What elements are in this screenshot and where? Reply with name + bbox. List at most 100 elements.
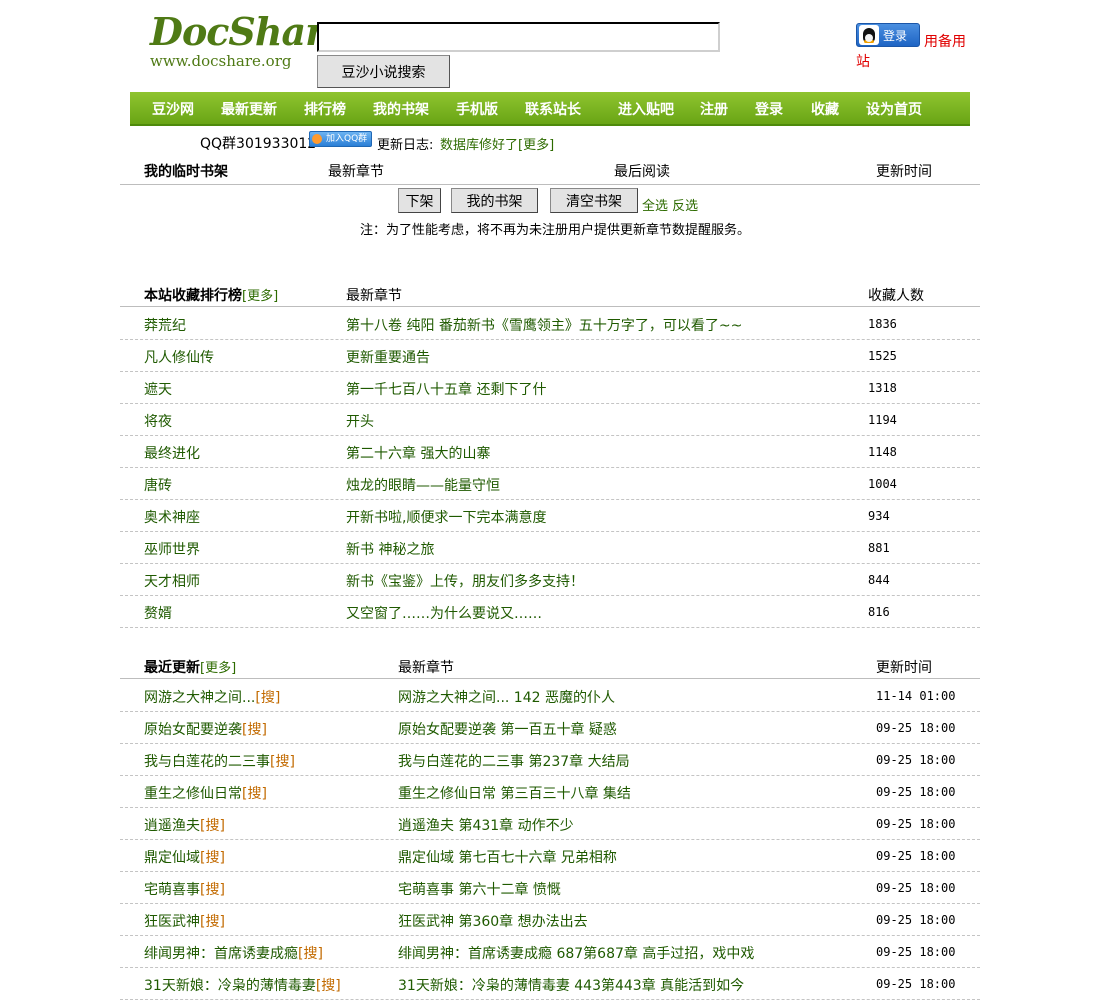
- recent-chapter-link[interactable]: 绯闻男神：首席诱妻成瘾 687第687章 高手过招，戏中戏: [398, 943, 754, 963]
- recent-update-time: 09-25 18:00: [876, 881, 956, 895]
- nav-item-register[interactable]: 注册: [700, 92, 728, 128]
- ranking-book-link[interactable]: 最终进化: [144, 443, 200, 463]
- recent-chapter-link[interactable]: 重生之修仙日常 第三百三十八章 集结: [398, 783, 631, 803]
- nav-item-favorite[interactable]: 收藏: [811, 92, 839, 128]
- search-book-link[interactable]: [搜]: [242, 786, 267, 802]
- recent-book-link[interactable]: 网游之大神之间...: [144, 690, 255, 706]
- search-book-link[interactable]: [搜]: [200, 882, 225, 898]
- clear-shelf-button[interactable]: 清空书架: [550, 188, 638, 213]
- nav-item-mobile[interactable]: 手机版: [456, 92, 498, 128]
- recent-row: 31天新娘：冷枭的薄情毒妻[搜] 31天新娘：冷枭的薄情毒妻 443第443章 真…: [120, 968, 980, 1000]
- nav-item-contact[interactable]: 联系站长: [525, 92, 581, 128]
- ranking-book-link[interactable]: 唐砖: [144, 475, 172, 495]
- recent-book-link[interactable]: 重生之修仙日常: [144, 786, 242, 802]
- ranking-row: 将夜 开头 1194: [120, 404, 980, 436]
- ranking-chapter-link[interactable]: 烛龙的眼睛——能量守恒: [346, 475, 500, 495]
- ranking-count: 1836: [868, 317, 897, 331]
- recent-chapter-link[interactable]: 31天新娘：冷枭的薄情毒妻 443第443章 真能活到如今: [398, 975, 744, 995]
- ranking-book-link[interactable]: 巫师世界: [144, 539, 200, 559]
- nav-item-login[interactable]: 登录: [755, 92, 783, 128]
- recent-book-link[interactable]: 原始女配要逆袭: [144, 722, 242, 738]
- recent-row: 宅萌喜事[搜] 宅萌喜事 第六十二章 愤慨 09-25 18:00: [120, 872, 980, 904]
- search-book-link[interactable]: [搜]: [200, 914, 225, 930]
- ranking-chapter-link[interactable]: 新书 神秘之旅: [346, 539, 434, 559]
- search-book-link[interactable]: [搜]: [200, 818, 225, 834]
- recent-chapter-link[interactable]: 鼎定仙域 第七百七十六章 兄弟相称: [398, 847, 617, 867]
- shelf-header: 我的临时书架 最新章节 最后阅读 更新时间: [120, 155, 980, 185]
- ranking-col-latest: 最新章节: [346, 288, 402, 304]
- recent-chapter-link[interactable]: 网游之大神之间... 142 恶魔的仆人: [398, 687, 615, 707]
- recent-book-link[interactable]: 狂医武神: [144, 914, 200, 930]
- ranking-book-link[interactable]: 将夜: [144, 411, 172, 431]
- ranking-chapter-link[interactable]: 又空窗了……为什么要说又……: [346, 603, 542, 623]
- changelog-link[interactable]: 数据库修好了[更多]: [440, 134, 554, 153]
- ranking-more-link[interactable]: [更多]: [242, 289, 278, 304]
- ranking-book-link[interactable]: 莽荒纪: [144, 315, 186, 335]
- nav-item-my-shelf[interactable]: 我的书架: [373, 92, 429, 128]
- search-book-link[interactable]: [搜]: [200, 850, 225, 866]
- ranking-chapter-link[interactable]: 新书《宝鉴》上传，朋友们多多支持！: [346, 571, 584, 591]
- recent-update-time: 11-14 01:00: [876, 689, 956, 703]
- recent-chapter-link[interactable]: 狂医武神 第360章 想办法出去: [398, 911, 588, 931]
- nav-item-homepage[interactable]: 设为首页: [866, 92, 922, 128]
- ranking-chapter-link[interactable]: 开头: [346, 411, 374, 431]
- ranking-book-link[interactable]: 赘婿: [144, 603, 172, 623]
- ranking-book-link[interactable]: 凡人修仙传: [144, 347, 214, 367]
- recent-row: 网游之大神之间...[搜] 网游之大神之间... 142 恶魔的仆人 11-14 0…: [120, 680, 980, 712]
- ranking-book-link[interactable]: 遮天: [144, 379, 172, 399]
- ranking-header: 本站收藏排行榜[更多] 最新章节 收藏人数: [120, 281, 980, 307]
- recent-chapter-link[interactable]: 我与白莲花的二三事 第237章 大结局: [398, 751, 630, 771]
- recent-chapter-link[interactable]: 逍遥渔夫 第431章 动作不少: [398, 815, 574, 835]
- recent-book-link[interactable]: 31天新娘：冷枭的薄情毒妻: [144, 978, 316, 994]
- shelf-col-time: 更新时间: [876, 164, 932, 180]
- ranking-count: 816: [868, 605, 890, 619]
- ranking-count: 934: [868, 509, 890, 523]
- nav-item-forum[interactable]: 进入贴吧: [618, 92, 674, 128]
- recent-book-link[interactable]: 宅萌喜事: [144, 882, 200, 898]
- recent-update-time: 09-25 18:00: [876, 785, 956, 799]
- search-book-link[interactable]: [搜]: [242, 722, 267, 738]
- recent-chapter-link[interactable]: 宅萌喜事 第六十二章 愤慨: [398, 879, 561, 899]
- remove-from-shelf-button[interactable]: 下架: [398, 188, 441, 213]
- search-book-link[interactable]: [搜]: [270, 754, 295, 770]
- ranking-chapter-link[interactable]: 开新书啦,顺便求一下完本满意度: [346, 507, 546, 527]
- site-logo[interactable]: DocShare www.docshare.org: [150, 9, 348, 80]
- ranking-row: 遮天 第一千七百八十五章 还剩下了什 1318: [120, 372, 980, 404]
- nav-item-latest[interactable]: 最新更新: [221, 92, 277, 128]
- ranking-book-link[interactable]: 天才相师: [144, 571, 200, 591]
- nav-item-ranking[interactable]: 排行榜: [304, 92, 346, 128]
- ranking-chapter-link[interactable]: 第二十六章 强大的山寨: [346, 443, 490, 463]
- recent-header: 最近更新[更多] 最新章节 更新时间: [120, 653, 980, 679]
- select-all-link[interactable]: 全选: [642, 199, 668, 214]
- search-button[interactable]: 豆沙小说搜索: [317, 55, 450, 88]
- ranking-count: 881: [868, 541, 890, 555]
- recent-update-time: 09-25 18:00: [876, 753, 956, 767]
- recent-book-link[interactable]: 逍遥渔夫: [144, 818, 200, 834]
- main-nav: 豆沙网 最新更新 排行榜 我的书架 手机版 联系站长 进入贴吧 注册 登录 收藏…: [130, 92, 970, 126]
- recent-more-link[interactable]: [更多]: [200, 661, 236, 676]
- ranking-chapter-link[interactable]: 第一千七百八十五章 还剩下了什: [346, 379, 546, 399]
- qq-login-label: 登录: [883, 28, 908, 43]
- ranking-row: 天才相师 新书《宝鉴》上传，朋友们多多支持！ 844: [120, 564, 980, 596]
- recent-chapter-link[interactable]: 原始女配要逆袭 第一百五十章 疑惑: [398, 719, 617, 739]
- search-book-link[interactable]: [搜]: [298, 946, 323, 962]
- ranking-chapter-link[interactable]: 第十八卷 纯阳 番茄新书《雪鹰领主》五十万字了，可以看了~~: [346, 315, 742, 335]
- invert-select-link[interactable]: 反选: [672, 199, 698, 214]
- recent-book-link[interactable]: 绯闻男神：首席诱妻成瘾: [144, 946, 298, 962]
- recent-book-link[interactable]: 我与白莲花的二三事: [144, 754, 270, 770]
- search-input[interactable]: [317, 22, 720, 52]
- qq-login-button[interactable]: 登录: [856, 23, 920, 47]
- recent-book-link[interactable]: 鼎定仙域: [144, 850, 200, 866]
- search-book-link[interactable]: [搜]: [255, 690, 280, 706]
- qq-penguin-icon: [859, 25, 879, 45]
- my-shelf-button[interactable]: 我的书架: [451, 188, 538, 213]
- ranking-book-link[interactable]: 奥术神座: [144, 507, 200, 527]
- nav-item-home[interactable]: 豆沙网: [152, 92, 194, 128]
- logo-title: DocShare: [150, 9, 348, 54]
- qq-group-number: QQ群301933012: [200, 136, 317, 152]
- recent-col-time: 更新时间: [876, 660, 932, 676]
- ranking-chapter-link[interactable]: 更新重要通告: [346, 347, 430, 367]
- ranking-row: 莽荒纪 第十八卷 纯阳 番茄新书《雪鹰领主》五十万字了，可以看了~~ 1836: [120, 308, 980, 340]
- search-book-link[interactable]: [搜]: [316, 978, 341, 994]
- join-qq-button[interactable]: 加入QQ群: [309, 131, 372, 147]
